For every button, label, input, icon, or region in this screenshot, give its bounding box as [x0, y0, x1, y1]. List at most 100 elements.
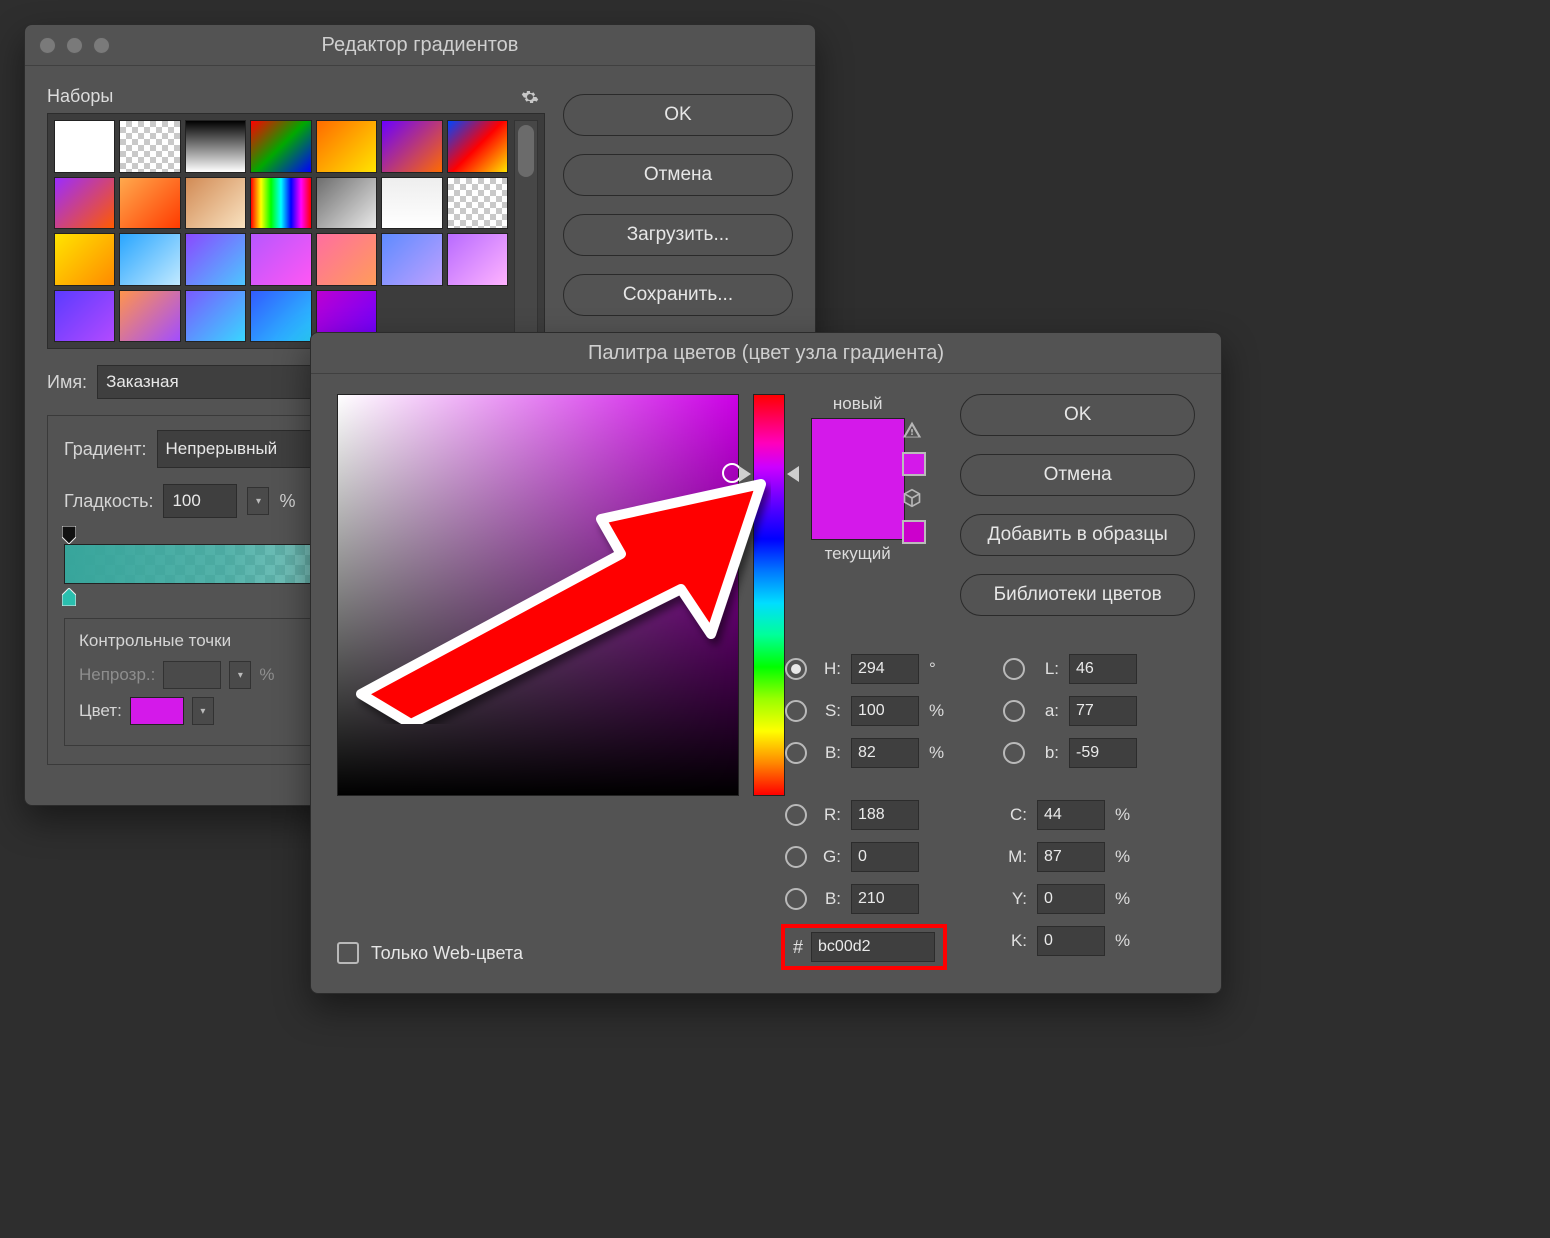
new-color-label: новый [833, 394, 883, 414]
preset-swatch[interactable] [54, 290, 115, 343]
b-rgb-radio[interactable] [785, 888, 807, 910]
g-radio[interactable] [785, 846, 807, 868]
zoom-dot-icon[interactable] [93, 37, 110, 54]
gear-icon[interactable] [521, 88, 539, 106]
color-stop-icon[interactable] [62, 588, 76, 602]
preset-swatch[interactable] [54, 177, 115, 230]
preset-swatch[interactable] [185, 233, 246, 286]
presets-panel [47, 113, 545, 349]
preset-swatch[interactable] [119, 233, 180, 286]
color-libraries-button[interactable]: Библиотеки цветов [960, 574, 1195, 616]
a-label: a: [1035, 701, 1059, 721]
preset-swatch[interactable] [250, 290, 311, 343]
preset-swatch[interactable] [381, 120, 442, 173]
y-input[interactable] [1037, 884, 1105, 914]
gradient-type-label: Градиент: [64, 439, 147, 460]
g-label: G: [817, 847, 841, 867]
preset-swatch[interactable] [54, 233, 115, 286]
preset-swatch[interactable] [250, 233, 311, 286]
opacity-input [163, 661, 221, 689]
k-label: K: [1003, 931, 1027, 951]
load-button[interactable]: Загрузить... [563, 214, 793, 256]
ok-button[interactable]: OK [960, 394, 1195, 436]
r-label: R: [817, 805, 841, 825]
b-lab-radio[interactable] [1003, 742, 1025, 764]
stop-color-swatch[interactable] [130, 697, 184, 725]
cancel-button[interactable]: Отмена [960, 454, 1195, 496]
r-input[interactable] [851, 800, 919, 830]
a-input[interactable] [1069, 696, 1137, 726]
hex-input[interactable] [811, 932, 935, 962]
color-picker-window: Палитра цветов (цвет узла градиента) нов… [310, 332, 1222, 994]
current-color-swatch [812, 479, 904, 539]
out-of-gamut-swatch-icon[interactable] [902, 452, 926, 476]
preset-swatch[interactable] [316, 177, 377, 230]
gradient-type-select[interactable]: Непрерывный [157, 430, 335, 468]
preset-swatch[interactable] [119, 177, 180, 230]
ok-button[interactable]: OK [563, 94, 793, 136]
hex-label: # [793, 937, 803, 958]
preset-swatch[interactable] [185, 177, 246, 230]
presets-scrollbar[interactable] [514, 120, 538, 342]
smoothness-dropdown-icon[interactable]: ▾ [247, 487, 269, 515]
web-only-label: Только Web-цвета [371, 943, 523, 964]
preset-swatch[interactable] [316, 233, 377, 286]
hex-field-highlight: # [781, 924, 947, 970]
preset-swatch[interactable] [54, 120, 115, 173]
opacity-stop-icon[interactable] [62, 526, 76, 540]
opacity-unit: % [259, 665, 274, 685]
saturation-brightness-field[interactable] [337, 394, 739, 796]
h-radio[interactable] [785, 658, 807, 680]
s-input[interactable] [851, 696, 919, 726]
save-button[interactable]: Сохранить... [563, 274, 793, 316]
h-unit: ° [929, 659, 947, 679]
preset-swatch[interactable] [119, 290, 180, 343]
scrollbar-thumb[interactable] [518, 125, 534, 177]
hue-slider[interactable] [753, 394, 785, 796]
web-only-checkbox[interactable] [337, 942, 359, 964]
warning-icon[interactable] [902, 420, 922, 440]
opacity-label: Непрозр.: [79, 665, 155, 685]
preset-swatch[interactable] [119, 120, 180, 173]
preset-swatch[interactable] [250, 120, 311, 173]
r-radio[interactable] [785, 804, 807, 826]
m-label: M: [1003, 847, 1027, 867]
l-input[interactable] [1069, 654, 1137, 684]
s-radio[interactable] [785, 700, 807, 722]
l-radio[interactable] [1003, 658, 1025, 680]
preset-swatch[interactable] [447, 120, 508, 173]
hue-indicator-left-icon[interactable] [739, 466, 751, 482]
add-swatch-button[interactable]: Добавить в образцы [960, 514, 1195, 556]
preset-swatch[interactable] [381, 233, 442, 286]
preset-swatch[interactable] [381, 177, 442, 230]
k-input[interactable] [1037, 926, 1105, 956]
c-input[interactable] [1037, 800, 1105, 830]
preset-swatch[interactable] [250, 177, 311, 230]
a-radio[interactable] [1003, 700, 1025, 722]
cube-icon[interactable] [902, 488, 922, 508]
preset-swatch[interactable] [185, 120, 246, 173]
window-controls[interactable] [39, 37, 110, 54]
smoothness-input[interactable] [163, 484, 237, 518]
b-hsb-unit: % [929, 743, 947, 763]
stop-color-dropdown-icon[interactable]: ▾ [192, 697, 214, 725]
b-rgb-input[interactable] [851, 884, 919, 914]
h-input[interactable] [851, 654, 919, 684]
m-input[interactable] [1037, 842, 1105, 872]
g-input[interactable] [851, 842, 919, 872]
preset-swatch[interactable] [447, 233, 508, 286]
b-hsb-radio[interactable] [785, 742, 807, 764]
preset-swatch[interactable] [316, 120, 377, 173]
preset-swatch[interactable] [185, 290, 246, 343]
b-hsb-input[interactable] [851, 738, 919, 768]
new-color-swatch [812, 419, 904, 479]
window-title: Палитра цветов (цвет узла градиента) [311, 342, 1221, 365]
preset-swatch[interactable] [447, 177, 508, 230]
close-dot-icon[interactable] [39, 37, 56, 54]
minimize-dot-icon[interactable] [66, 37, 83, 54]
name-label: Имя: [47, 372, 87, 393]
cancel-button[interactable]: Отмена [563, 154, 793, 196]
b-lab-input[interactable] [1069, 738, 1137, 768]
hue-indicator-right-icon[interactable] [787, 466, 799, 482]
websafe-swatch-icon[interactable] [902, 520, 926, 544]
